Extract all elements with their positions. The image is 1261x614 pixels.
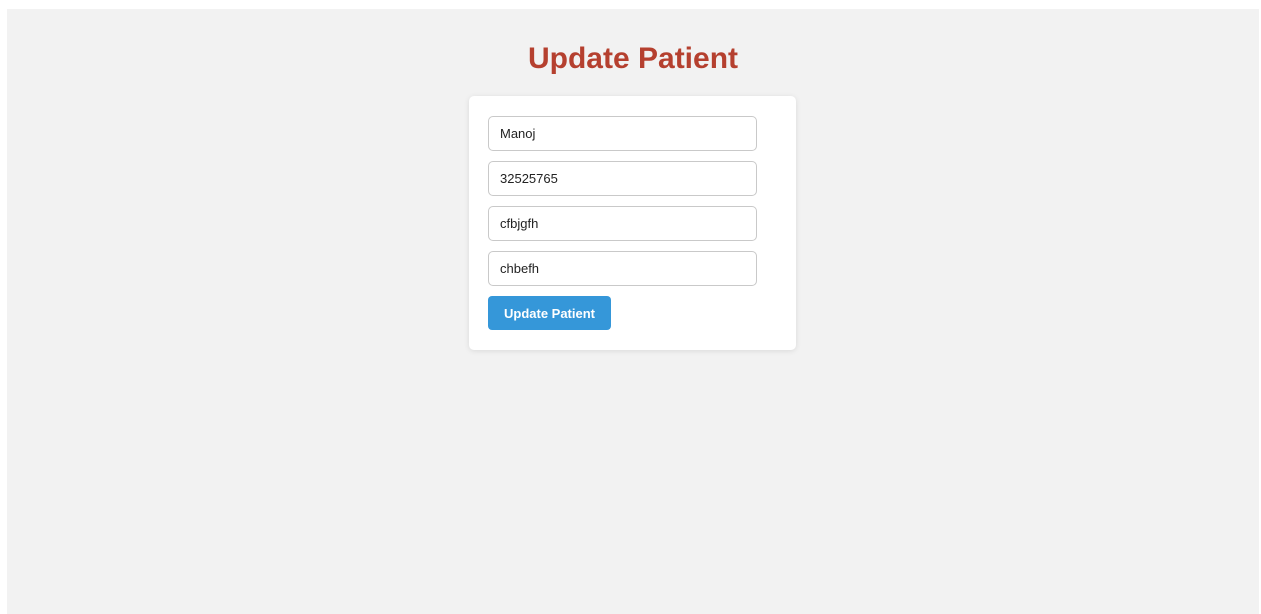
- patient-name-field[interactable]: [488, 116, 757, 151]
- patient-field-4[interactable]: [488, 251, 757, 286]
- page-background: Update Patient Update Patient: [7, 9, 1259, 614]
- page-title: Update Patient: [527, 42, 739, 75]
- update-patient-form: Update Patient: [469, 96, 796, 350]
- update-patient-button[interactable]: Update Patient: [488, 296, 611, 330]
- patient-field-3[interactable]: [488, 206, 757, 241]
- patient-contact-field[interactable]: [488, 161, 757, 196]
